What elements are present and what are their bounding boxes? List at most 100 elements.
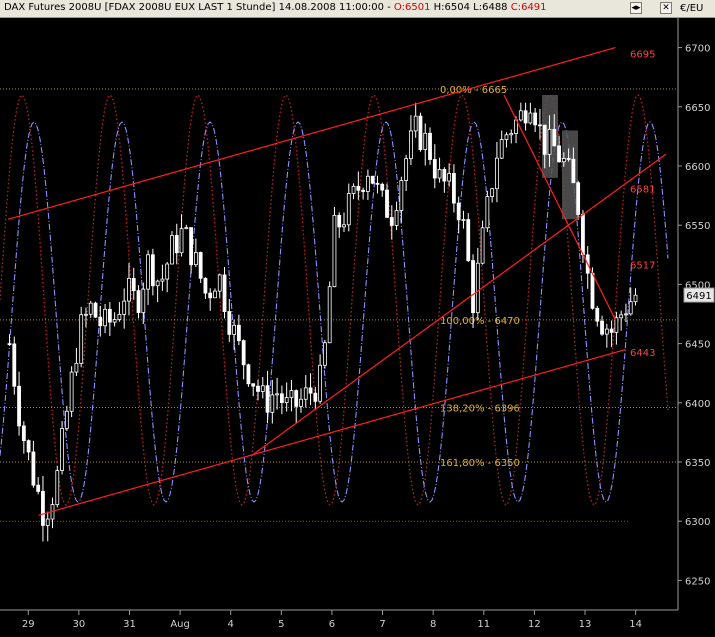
candle-body xyxy=(294,390,299,407)
candle-body xyxy=(79,314,84,364)
candle-body xyxy=(337,214,342,228)
candle-body xyxy=(581,213,585,256)
candle-body xyxy=(146,254,150,290)
y-tick-label: 6350 xyxy=(685,458,710,469)
candle-body xyxy=(432,159,437,179)
scroll-arrows-icon[interactable]: ◂▸ xyxy=(630,2,642,14)
candle-body xyxy=(480,227,485,264)
candle-body xyxy=(456,202,461,221)
window-title: DAX Futures 2008U [FDAX 2008U EUX LAST 1… xyxy=(4,2,547,13)
candle-body xyxy=(203,277,208,294)
candle-body xyxy=(12,343,17,387)
candle-body xyxy=(504,134,509,140)
candle-body xyxy=(55,470,60,505)
time-axis-panel xyxy=(0,610,715,637)
candle-body xyxy=(533,112,538,126)
candle-body xyxy=(413,115,418,132)
last-price-label: 6491 xyxy=(686,291,711,302)
candle-body xyxy=(270,394,275,413)
candle-body xyxy=(365,175,370,192)
candle-body xyxy=(604,328,609,335)
candle-body xyxy=(547,128,552,155)
candle-body xyxy=(404,158,409,181)
candle-body xyxy=(485,196,490,229)
candle-body xyxy=(150,254,155,287)
candle-body xyxy=(64,410,69,429)
candle-body xyxy=(318,364,323,402)
x-tick-label: 5 xyxy=(278,619,284,630)
candle-body xyxy=(93,302,98,318)
candle-body xyxy=(313,392,318,402)
title-open: O:6501 xyxy=(393,2,431,13)
candle-body xyxy=(490,188,495,198)
candle-body xyxy=(131,278,136,292)
candle-body xyxy=(394,210,399,226)
trendline-level-label: 6581 xyxy=(630,184,655,195)
candle-body xyxy=(619,314,624,319)
candle-body xyxy=(471,260,475,314)
candle-body xyxy=(41,491,45,526)
y-tick-label: 6300 xyxy=(685,517,710,528)
candle-body xyxy=(189,227,193,266)
candle-body xyxy=(265,385,270,413)
candle-body xyxy=(222,274,227,312)
candle-body xyxy=(251,383,256,387)
candle-body xyxy=(88,302,93,315)
candle-body xyxy=(21,425,26,442)
candle-body xyxy=(600,320,604,335)
x-tick-label: 29 xyxy=(22,619,35,630)
candle-body xyxy=(628,301,633,315)
x-tick-label: 7 xyxy=(379,619,385,630)
candle-body xyxy=(165,263,170,280)
candle-body xyxy=(279,393,284,403)
y-tick-label: 6650 xyxy=(685,103,710,114)
y-tick-label: 6550 xyxy=(685,221,710,232)
highlight-box xyxy=(562,130,578,220)
candle-body xyxy=(609,328,614,333)
candle-body xyxy=(303,387,308,400)
candle-body xyxy=(409,130,413,160)
candle-body xyxy=(284,397,289,403)
y-tick-label: 6250 xyxy=(685,576,710,587)
y-tick-label: 6400 xyxy=(685,399,710,410)
candle-body xyxy=(26,440,31,453)
candle-body xyxy=(461,219,466,221)
candle-body xyxy=(385,189,389,218)
y-tick-label: 6700 xyxy=(685,44,710,55)
candle-body xyxy=(447,173,452,182)
title-low: L:6488 xyxy=(473,2,508,13)
candle-body xyxy=(289,390,294,398)
candle-body xyxy=(84,313,88,316)
fibonacci-level-label: 100,00% - 6470 xyxy=(440,316,520,327)
candle-body xyxy=(495,157,499,190)
candle-body xyxy=(518,110,523,121)
candle-body xyxy=(184,227,189,230)
candle-body xyxy=(452,173,456,204)
candle-body xyxy=(136,290,141,313)
x-tick-label: 30 xyxy=(72,619,85,630)
candle-body xyxy=(127,278,131,302)
trendline-upper-channel xyxy=(7,47,616,220)
x-tick-label: 31 xyxy=(123,619,136,630)
candle-body xyxy=(566,158,571,160)
x-tick-label: 13 xyxy=(579,619,592,630)
candle-body xyxy=(174,235,179,254)
candle-body xyxy=(103,308,107,327)
candle-body xyxy=(227,311,232,335)
candle-body xyxy=(322,342,327,366)
candle-body xyxy=(45,518,50,526)
candle-body xyxy=(299,398,303,407)
candle-body xyxy=(361,189,366,192)
x-tick-label: 14 xyxy=(629,619,642,630)
candle-body xyxy=(332,214,337,288)
y-tick-label: 6450 xyxy=(685,340,710,351)
candle-body xyxy=(7,343,12,346)
candle-body xyxy=(633,294,638,303)
candle-body xyxy=(112,319,117,323)
candle-body xyxy=(141,288,146,313)
close-icon[interactable]: ✕ xyxy=(660,2,672,14)
candle-body xyxy=(327,286,332,344)
fibonacci-level-label: 161,80% - 6350 xyxy=(440,458,520,469)
price-chart: 0,00% - 6665100,00% - 6470138,20% - 6396… xyxy=(0,18,715,637)
candle-body xyxy=(122,300,127,315)
